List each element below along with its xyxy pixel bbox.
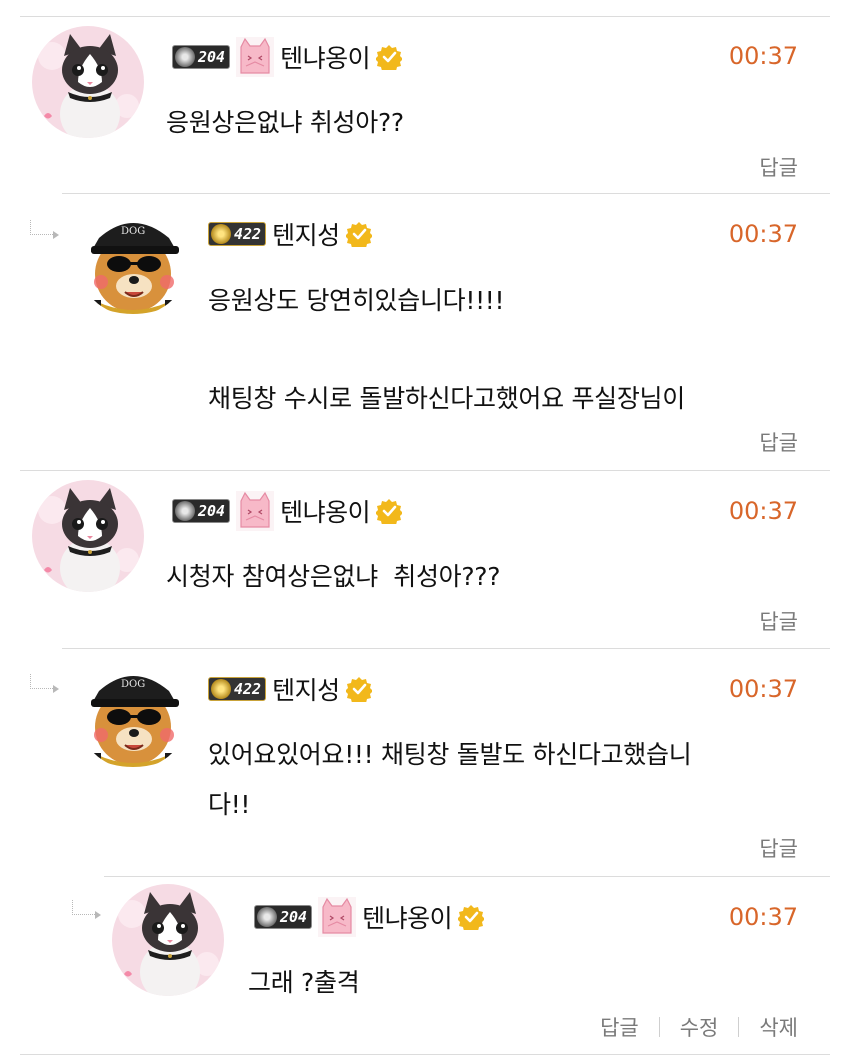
level-number: 204 — [280, 908, 308, 926]
level-number: 204 — [198, 48, 226, 66]
avatar[interactable] — [77, 204, 189, 316]
reply-button[interactable]: 답글 — [600, 1012, 639, 1042]
comment-text: 시청자 참여상은없냐 취성아??? — [166, 562, 501, 591]
nickname[interactable]: 텐냐옹이 — [280, 493, 371, 529]
comment-header: 204 텐냐옹이 — [254, 897, 484, 937]
comment-text: 다!! — [208, 790, 251, 819]
medal-icon — [175, 47, 195, 67]
verified-icon — [376, 44, 402, 70]
divider — [20, 1054, 830, 1055]
timestamp: 00:37 — [728, 675, 798, 703]
verified-icon — [458, 904, 484, 930]
reply-button[interactable]: 답글 — [759, 152, 798, 182]
medal-icon — [211, 679, 231, 699]
comment-text: 응원상도 당연히있습니다!!!! — [208, 286, 505, 315]
level-badge: 204 — [172, 499, 231, 523]
pink-cat-emblem-icon — [318, 897, 356, 937]
verified-icon — [346, 221, 372, 247]
medal-icon — [211, 224, 231, 244]
reply-button[interactable]: 답글 — [759, 833, 798, 863]
level-number: 422 — [234, 680, 262, 698]
timestamp: 00:37 — [728, 42, 798, 70]
avatar[interactable] — [32, 480, 144, 592]
delete-button[interactable]: 삭제 — [759, 1012, 798, 1042]
divider — [62, 193, 830, 194]
comment-header: 422 텐지성 — [208, 669, 372, 709]
level-badge: 422 — [208, 222, 267, 246]
comment-text: 응원상은없냐 취성아?? — [166, 108, 404, 137]
nickname[interactable]: 텐지성 — [272, 671, 340, 707]
comment-header: 422 텐지성 — [208, 214, 372, 254]
divider — [104, 876, 830, 877]
separator — [738, 1017, 740, 1037]
nickname[interactable]: 텐냐옹이 — [362, 899, 453, 935]
reply-arrow-icon — [30, 674, 59, 693]
comment-text: 있어요있어요!!! 채팅창 돌발도 하신다고했습니 — [208, 740, 692, 769]
reply-arrow-icon — [72, 900, 101, 919]
divider — [20, 16, 830, 17]
comment-actions: 답글 — [759, 152, 798, 182]
level-badge: 204 — [254, 905, 313, 929]
reply-button[interactable]: 답글 — [759, 606, 798, 636]
divider — [62, 648, 830, 649]
timestamp: 00:37 — [728, 220, 798, 248]
avatar[interactable] — [112, 884, 224, 996]
medal-icon — [257, 907, 277, 927]
comment-header: 204 텐냐옹이 — [172, 37, 402, 77]
comment-actions: 답글 — [759, 833, 798, 863]
comment-text: 그래 ?출격 — [248, 968, 360, 997]
verified-icon — [346, 676, 372, 702]
comment-header: 204 텐냐옹이 — [172, 491, 402, 531]
timestamp: 00:37 — [728, 903, 798, 931]
comment-actions: 답글 수정 삭제 — [600, 1012, 798, 1042]
level-badge: 422 — [208, 677, 267, 701]
verified-icon — [376, 498, 402, 524]
reply-button[interactable]: 답글 — [759, 427, 798, 457]
nickname[interactable]: 텐냐옹이 — [280, 39, 371, 75]
comment-text: 채팅창 수시로 돌발하신다고했어요 푸실장님이 — [208, 384, 685, 413]
pink-cat-emblem-icon — [236, 491, 274, 531]
edit-button[interactable]: 수정 — [680, 1012, 719, 1042]
level-number: 422 — [234, 225, 262, 243]
level-badge: 204 — [172, 45, 231, 69]
avatar[interactable] — [77, 657, 189, 769]
level-number: 204 — [198, 502, 226, 520]
comment-actions: 답글 — [759, 427, 798, 457]
medal-icon — [175, 501, 195, 521]
comment-actions: 답글 — [759, 606, 798, 636]
avatar[interactable] — [32, 26, 144, 138]
divider — [20, 470, 830, 471]
pink-cat-emblem-icon — [236, 37, 274, 77]
reply-arrow-icon — [30, 220, 59, 239]
separator — [658, 1017, 660, 1037]
nickname[interactable]: 텐지성 — [272, 216, 340, 252]
timestamp: 00:37 — [728, 497, 798, 525]
